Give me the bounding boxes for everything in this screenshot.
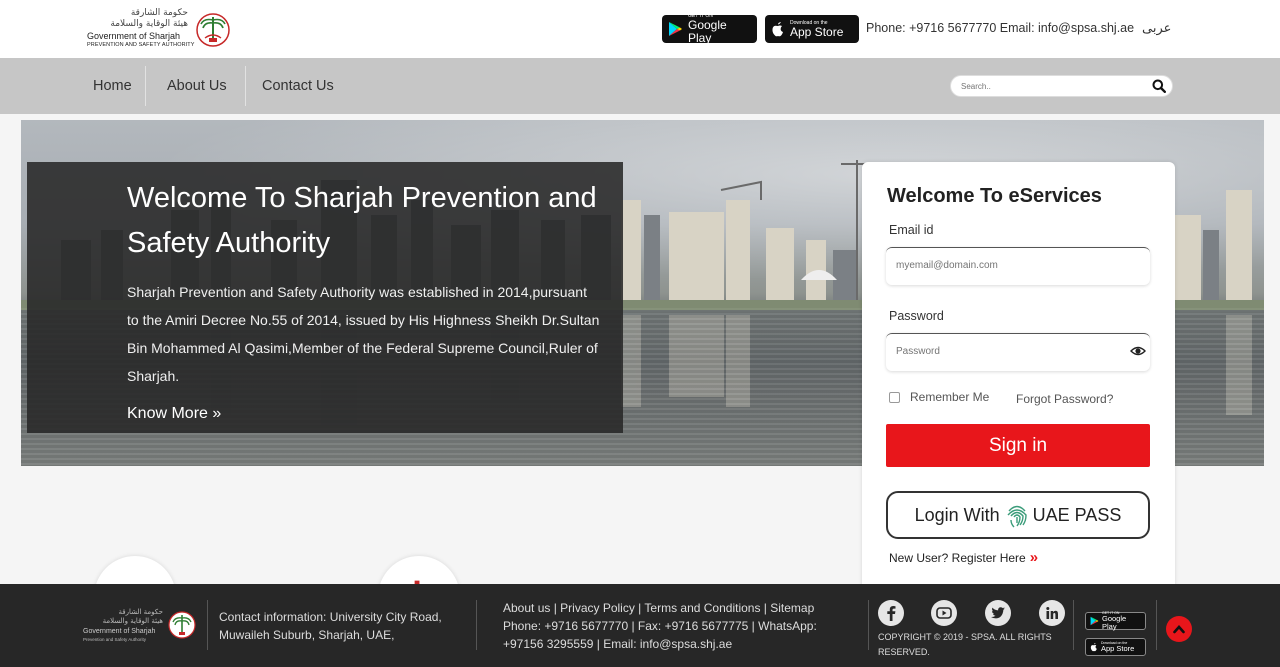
nav-about-us[interactable]: About Us (167, 58, 227, 114)
logo-english-line1: Government of Sharjah (87, 31, 181, 41)
search-icon[interactable] (1152, 79, 1166, 98)
google-play-text: Google Play (688, 18, 727, 45)
footer-google-play-button[interactable]: GET IT ON Google Play (1085, 611, 1146, 631)
sharjah-government-logo[interactable]: حكومة الشارقة هيئة الوقاية والسلامة Gove… (84, 4, 236, 54)
footer-logo-english-line2: Prevention and Safety Authority (83, 637, 147, 642)
nav-divider (245, 66, 246, 106)
eservices-login-card: Welcome To eServices Email id Password R… (862, 162, 1175, 592)
header-contact-info: Phone: +9716 5677770 Email: info@spsa.sh… (866, 21, 1135, 35)
sign-in-button[interactable]: Sign in (886, 424, 1150, 467)
google-play-button[interactable]: GET IT ON Google Play (662, 13, 757, 45)
password-field-container (886, 333, 1150, 371)
footer-logo[interactable]: حكومة الشارقة هيئة الوقاية والسلامة Gove… (83, 606, 201, 646)
copyright-text: COPYRIGHT © 2019 - SPSA. ALL RIGHTS RESE… (878, 632, 1052, 657)
youtube-icon[interactable] (931, 600, 957, 626)
uae-pass-login-button[interactable]: Login With UAE PASS (886, 491, 1150, 539)
chevron-up-icon (1173, 625, 1185, 634)
double-chevron-icon: » (1029, 549, 1039, 566)
nav-divider (145, 66, 146, 106)
apple-icon (771, 21, 785, 37)
app-store-text: App Store (790, 24, 844, 39)
scroll-to-top-button[interactable] (1166, 616, 1192, 642)
footer-divider (868, 600, 869, 650)
apple-icon (1090, 642, 1098, 652)
remember-me-checkbox[interactable] (889, 391, 900, 403)
footer-logo-arabic-line1: حكومة الشارقة (118, 608, 163, 616)
email-field-container (886, 247, 1150, 285)
logo-english-line2: PREVENTION AND SAFETY AUTHORITY (87, 42, 195, 48)
email-field[interactable] (896, 260, 1116, 271)
linkedin-icon[interactable] (1039, 600, 1065, 626)
uae-pass-suffix: UAE PASS (1032, 504, 1122, 525)
footer-divider (1073, 600, 1074, 650)
nav-contact-us[interactable]: Contact Us (262, 58, 334, 114)
login-title: Welcome To eServices (887, 185, 1102, 207)
uae-pass-prefix: Login With (914, 504, 1000, 525)
footer-app-store-button[interactable]: Download on the App Store (1085, 638, 1146, 656)
emblem-icon (196, 13, 230, 47)
logo-arabic-line2: هيئة الوقاية والسلامة (110, 19, 188, 29)
logo-arabic-line1: حكومة الشارقة (130, 8, 188, 18)
footer-phone-info: Phone: +9716 5677770 | Fax: +9716 567777… (503, 619, 817, 651)
google-play-icon (668, 21, 683, 37)
search-input[interactable] (961, 79, 1141, 94)
footer-logo-arabic-line2: هيئة الوقاية والسلامة (102, 617, 163, 625)
footer-contact-info: Contact information: University City Roa… (219, 610, 442, 642)
main-navigation: Home About Us Contact Us (0, 58, 1280, 114)
fingerprint-icon (1005, 501, 1029, 529)
forgot-password-link[interactable]: Forgot Password? (1016, 392, 1113, 406)
footer-divider (1156, 600, 1157, 650)
footer-divider (476, 600, 477, 650)
footer-divider (207, 600, 208, 650)
remember-me: Remember Me (889, 390, 989, 404)
hero-description: Sharjah Prevention and Safety Authority … (127, 284, 600, 384)
remember-me-label: Remember Me (910, 390, 990, 404)
show-password-eye-icon[interactable] (1130, 344, 1146, 362)
register-label: New User? Register Here (889, 550, 1026, 565)
app-store-button[interactable]: Download on the App Store (765, 15, 859, 43)
footer-nav-links[interactable]: About us | Privacy Policy | Terms and Co… (503, 599, 843, 617)
footer-emblem-icon (168, 611, 196, 639)
footer-logo-english-line1: Government of Sharjah (83, 628, 156, 635)
search-box (950, 75, 1173, 97)
footer-google-play-text: Google Play (1102, 614, 1127, 631)
footer: حكومة الشارقة هيئة الوقاية والسلامة Gove… (0, 584, 1280, 667)
password-field[interactable] (896, 346, 1116, 357)
top-header: حكومة الشارقة هيئة الوقاية والسلامة Gove… (0, 0, 1280, 58)
footer-links: About us | Privacy Policy | Terms and Co… (503, 599, 843, 653)
hero-text-panel: Welcome To Sharjah Prevention and Safety… (27, 162, 623, 433)
footer-app-store-text: App Store (1101, 644, 1135, 653)
password-label: Password (889, 309, 944, 323)
nav-home[interactable]: Home (93, 58, 132, 114)
arabic-language-link[interactable]: عربى (1142, 21, 1171, 36)
google-play-icon (1090, 616, 1099, 626)
hero-title: Welcome To Sharjah Prevention and Safety… (127, 182, 597, 259)
register-link[interactable]: New User? Register Here » (889, 549, 1038, 566)
twitter-icon[interactable] (985, 600, 1011, 626)
facebook-icon[interactable] (878, 600, 904, 626)
know-more-link[interactable]: Know More » (127, 405, 221, 423)
email-label: Email id (889, 223, 934, 237)
